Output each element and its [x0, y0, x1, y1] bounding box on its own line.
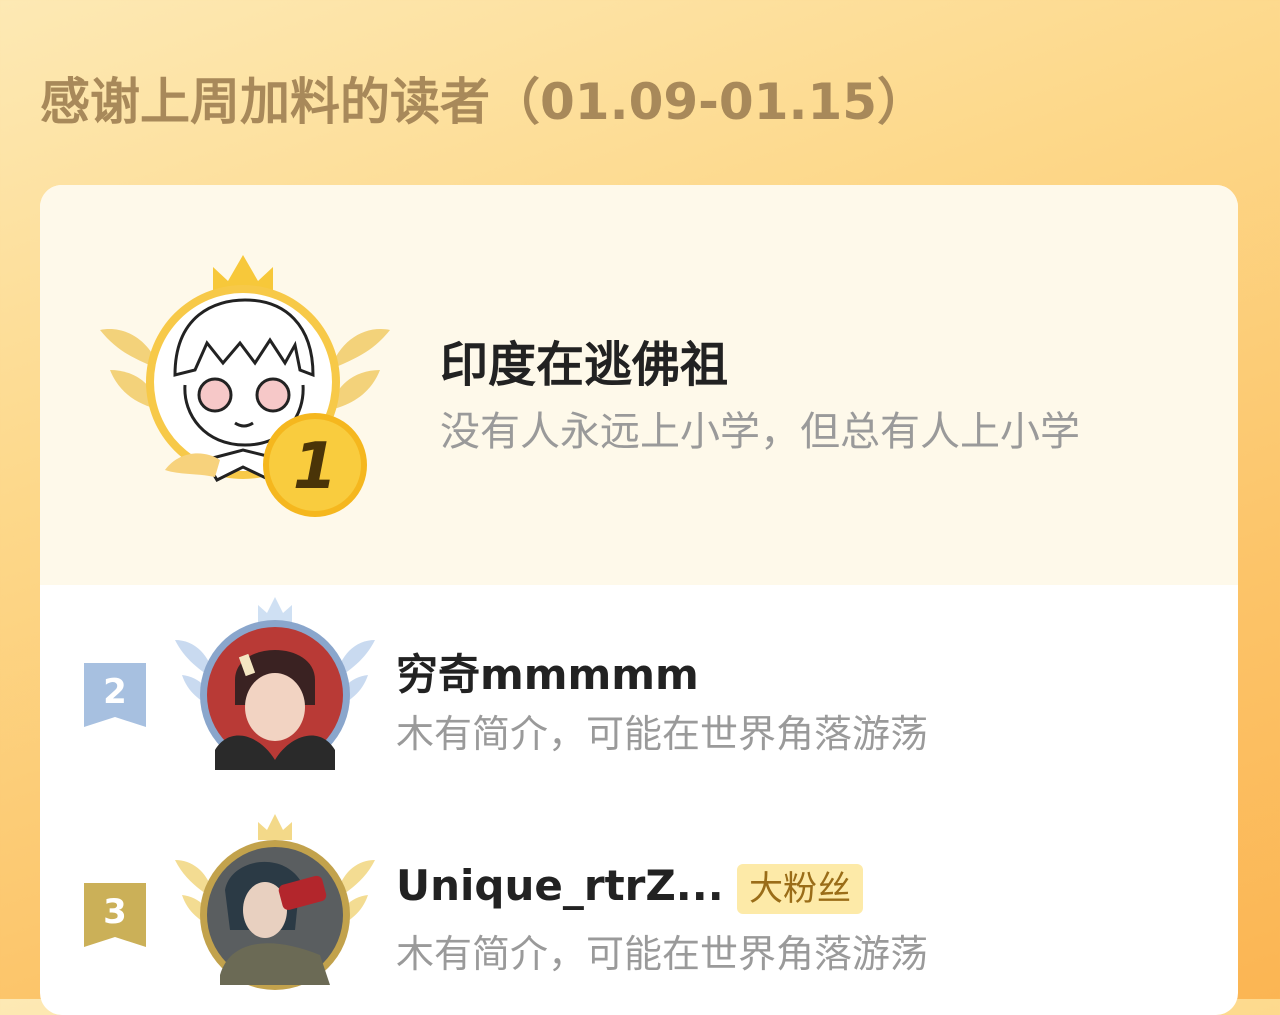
reader-1-name[interactable]: 印度在逃佛祖: [440, 325, 728, 395]
rank-1-medal-icon: 1: [263, 413, 367, 517]
reader-1-desc: 没有人永远上小学，但总有人上小学: [440, 409, 1080, 455]
rank-2-number: 2: [103, 672, 127, 712]
reader-3-avatar[interactable]: [170, 810, 380, 1000]
rank-3-number: 3: [103, 892, 127, 932]
bronze-crown-icon: [258, 814, 292, 840]
rank-2-flag-icon: 2: [84, 663, 146, 727]
reader-1-avatar[interactable]: 1: [95, 245, 395, 525]
readers-card: 1 印度在逃佛祖 没有人永远上小学，但总有人上小学 2 穷奇mmmmm 木有简介…: [40, 185, 1238, 1015]
reader-3-name[interactable]: Unique_rtrZ...: [396, 861, 724, 910]
reader-2-desc: 木有简介，可能在世界角落游荡: [396, 712, 929, 756]
fan-badge: 大粉丝: [737, 864, 863, 914]
svg-text:1: 1: [293, 430, 338, 504]
page-title: 感谢上周加料的读者（01.09-01.15）: [40, 73, 928, 131]
reader-3-desc: 木有简介，可能在世界角落游荡: [396, 932, 929, 976]
silver-crown-icon: [258, 597, 292, 623]
rank-3-flag-icon: 3: [84, 883, 146, 947]
reader-2-avatar[interactable]: [170, 595, 380, 785]
reader-2-name[interactable]: 穷奇mmmmm: [396, 641, 699, 702]
